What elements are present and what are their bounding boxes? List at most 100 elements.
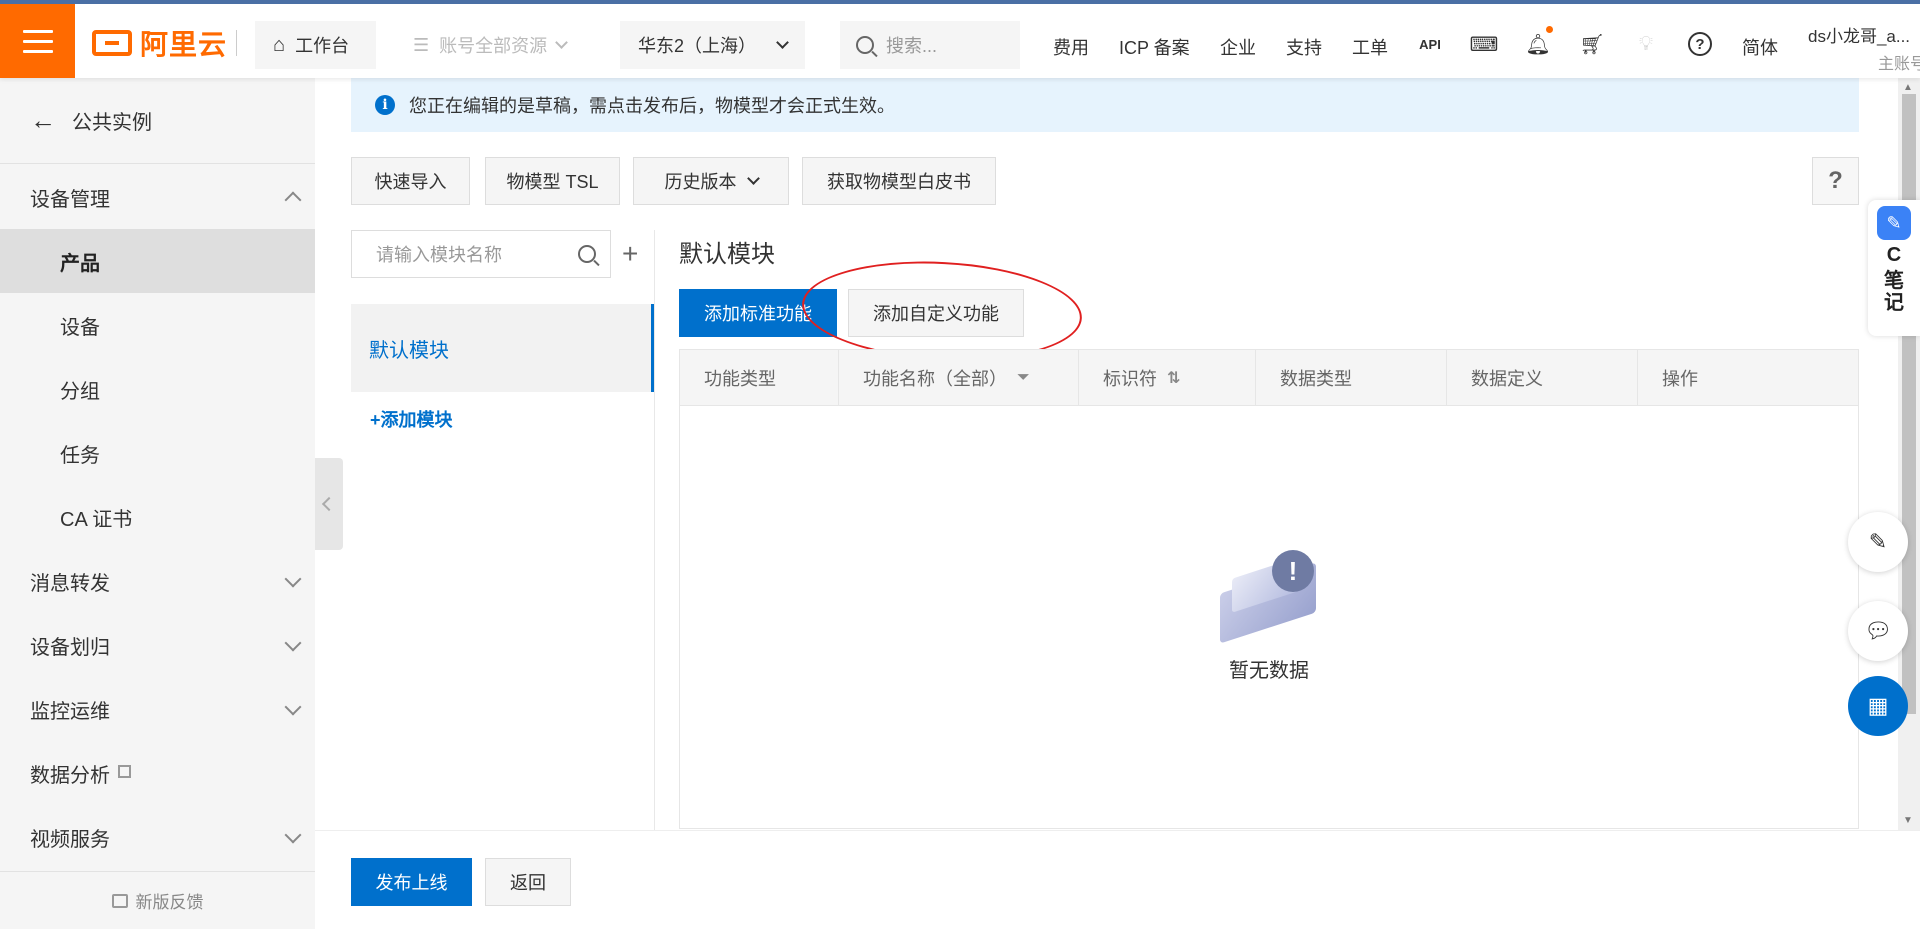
- new-version-feedback[interactable]: 新版反馈: [0, 871, 315, 929]
- stack-icon: ☰: [413, 34, 430, 55]
- sidebar-item-task[interactable]: 任务: [0, 421, 315, 485]
- aliyun-logo[interactable]: 阿里云: [92, 28, 227, 60]
- enterprise-link[interactable]: 企业: [1220, 34, 1256, 60]
- return-button[interactable]: 返回: [485, 858, 571, 906]
- module-item-default[interactable]: 默认模块: [351, 304, 654, 392]
- back-to-instance-link[interactable]: ← 公共实例: [0, 78, 315, 164]
- divider: [236, 30, 237, 56]
- sidebar-item-data-analysis[interactable]: 数据分析: [0, 741, 315, 805]
- menu-icon[interactable]: [0, 4, 75, 78]
- whitepaper-button[interactable]: 获取物模型白皮书: [802, 157, 996, 205]
- column-label: 功能名称（全部）: [863, 369, 1007, 389]
- sidebar-group-video[interactable]: 视频服务: [0, 805, 315, 869]
- add-custom-feature-button[interactable]: 添加自定义功能: [848, 289, 1024, 337]
- pencil-icon: ✎: [1868, 529, 1888, 554]
- sidebar-item-group[interactable]: 分组: [0, 357, 315, 421]
- notes-panel[interactable]: ✎ C 笔记: [1868, 200, 1920, 336]
- search-icon: [856, 36, 874, 54]
- workbench-button[interactable]: ⌂ 工作台: [255, 21, 376, 69]
- sidebar-group-message-forward[interactable]: 消息转发: [0, 549, 315, 613]
- top-navigation-bar: 阿里云 ⌂ 工作台 ☰ 账号全部资源 华东2（上海） 搜索... 费用 ICP …: [0, 0, 1920, 78]
- help-icon[interactable]: ?: [1688, 32, 1712, 56]
- help-button[interactable]: ?: [1812, 157, 1859, 205]
- column-feature-type: 功能类型: [680, 350, 839, 406]
- notification-dot: [1546, 26, 1553, 33]
- user-account[interactable]: ds小龙哥_a... 主账号: [1808, 22, 1920, 73]
- chevron-down-icon: [776, 36, 789, 49]
- note-icon: ✎: [1877, 206, 1911, 240]
- column-identifier[interactable]: 标识符 ⇅: [1079, 350, 1256, 406]
- chevron-up-icon: [284, 191, 302, 208]
- empty-text: 暂无数据: [1229, 660, 1309, 682]
- home-icon: ⌂: [273, 33, 286, 56]
- empty-state: ! 暂无数据: [680, 550, 1858, 683]
- workbench-label: 工作台: [295, 36, 350, 56]
- sidebar-collapse-handle[interactable]: [315, 458, 343, 550]
- sidebar-group-device-management[interactable]: 设备管理: [0, 165, 315, 229]
- icp-link[interactable]: ICP 备案: [1119, 34, 1190, 60]
- sidebar-item-product[interactable]: 产品: [0, 229, 315, 293]
- filter-icon[interactable]: ⏷: [1017, 369, 1030, 387]
- history-version-dropdown[interactable]: 历史版本: [633, 157, 789, 205]
- quick-import-button[interactable]: 快速导入: [351, 157, 470, 205]
- language-switch[interactable]: 简体: [1742, 34, 1778, 60]
- apps-grid-icon: ▦: [1867, 693, 1889, 718]
- apps-fab[interactable]: ▦: [1848, 676, 1908, 736]
- resource-scope-selector[interactable]: ☰ 账号全部资源: [395, 21, 595, 69]
- sidebar-group-monitoring[interactable]: 监控运维: [0, 677, 315, 741]
- column-label: 数据类型: [1280, 369, 1352, 389]
- region-label: 华东2（上海）: [638, 36, 757, 56]
- edit-fab[interactable]: ✎: [1848, 512, 1908, 572]
- module-search-input[interactable]: 请输入模块名称: [351, 230, 611, 278]
- arrow-left-icon: ←: [30, 105, 56, 135]
- sidebar-item-device[interactable]: 设备: [0, 293, 315, 357]
- sidebar-item-ca-cert[interactable]: CA 证书: [0, 485, 315, 549]
- info-icon: i: [375, 95, 395, 115]
- column-label: 数据定义: [1471, 369, 1543, 389]
- cart-icon[interactable]: 🛒︎: [1579, 32, 1604, 56]
- chat-fab[interactable]: 💬︎: [1848, 601, 1908, 661]
- sidebar: ← 公共实例 设备管理 产品 设备 分组 任务 CA 证书 消息转发 设备划归 …: [0, 78, 315, 929]
- support-link[interactable]: 支持: [1286, 34, 1322, 60]
- scroll-down-icon[interactable]: ▼: [1903, 815, 1913, 826]
- publish-button[interactable]: 发布上线: [351, 858, 472, 906]
- chat-icon: 💬︎: [1864, 618, 1892, 643]
- column-feature-name[interactable]: 功能名称（全部） ⏷: [839, 350, 1079, 406]
- group-label: 设备管理: [30, 188, 110, 211]
- add-module-icon[interactable]: +: [622, 240, 638, 268]
- sort-icon[interactable]: ⇅: [1167, 368, 1180, 388]
- external-link-icon: [118, 764, 131, 778]
- tsl-button[interactable]: 物模型 TSL: [485, 157, 620, 205]
- bell-icon[interactable]: 🔔︎: [1525, 32, 1550, 56]
- chevron-down-icon: [284, 698, 302, 715]
- search-icon: [578, 245, 596, 263]
- fees-link[interactable]: 费用: [1053, 34, 1089, 60]
- global-search-input[interactable]: 搜索...: [840, 21, 1020, 69]
- resource-scope-label: 账号全部资源: [439, 36, 548, 56]
- logo-mark-icon: [92, 30, 132, 56]
- api-icon[interactable]: API: [1418, 32, 1442, 56]
- draft-notice-banner: i 您正在编辑的是草稿，需点击发布后，物模型才会正式生效。: [351, 78, 1859, 132]
- group-label: 消息转发: [30, 572, 110, 595]
- user-role: 主账号: [1878, 56, 1920, 73]
- region-selector[interactable]: 华东2（上海）: [620, 21, 805, 69]
- section-title: 默认模块: [679, 241, 775, 268]
- sidebar-group-device-assign[interactable]: 设备划归: [0, 613, 315, 677]
- group-label: 监控运维: [30, 700, 110, 723]
- ticket-link[interactable]: 工单: [1352, 34, 1388, 60]
- chevron-down-icon: [555, 36, 569, 49]
- column-label: 标识符: [1103, 369, 1157, 389]
- scroll-up-icon[interactable]: ▲: [1903, 82, 1913, 93]
- module-search-placeholder: 请输入模块名称: [376, 245, 502, 265]
- terminal-icon[interactable]: ⌨: [1470, 32, 1499, 56]
- footer-bar: 发布上线 返回: [315, 830, 1920, 929]
- lightbulb-icon[interactable]: 💡︎: [1634, 32, 1658, 56]
- add-module-link[interactable]: +添加模块: [370, 406, 453, 432]
- group-label: 设备划归: [30, 636, 110, 659]
- chevron-down-icon: [284, 634, 302, 651]
- logo-text: 阿里云: [140, 29, 228, 60]
- add-standard-feature-button[interactable]: 添加标准功能: [679, 289, 837, 337]
- divider: [654, 230, 655, 830]
- table-header: 功能类型 功能名称（全部） ⏷ 标识符 ⇅ 数据类型 数据定义 操作: [680, 350, 1858, 406]
- back-label: 公共实例: [72, 112, 152, 134]
